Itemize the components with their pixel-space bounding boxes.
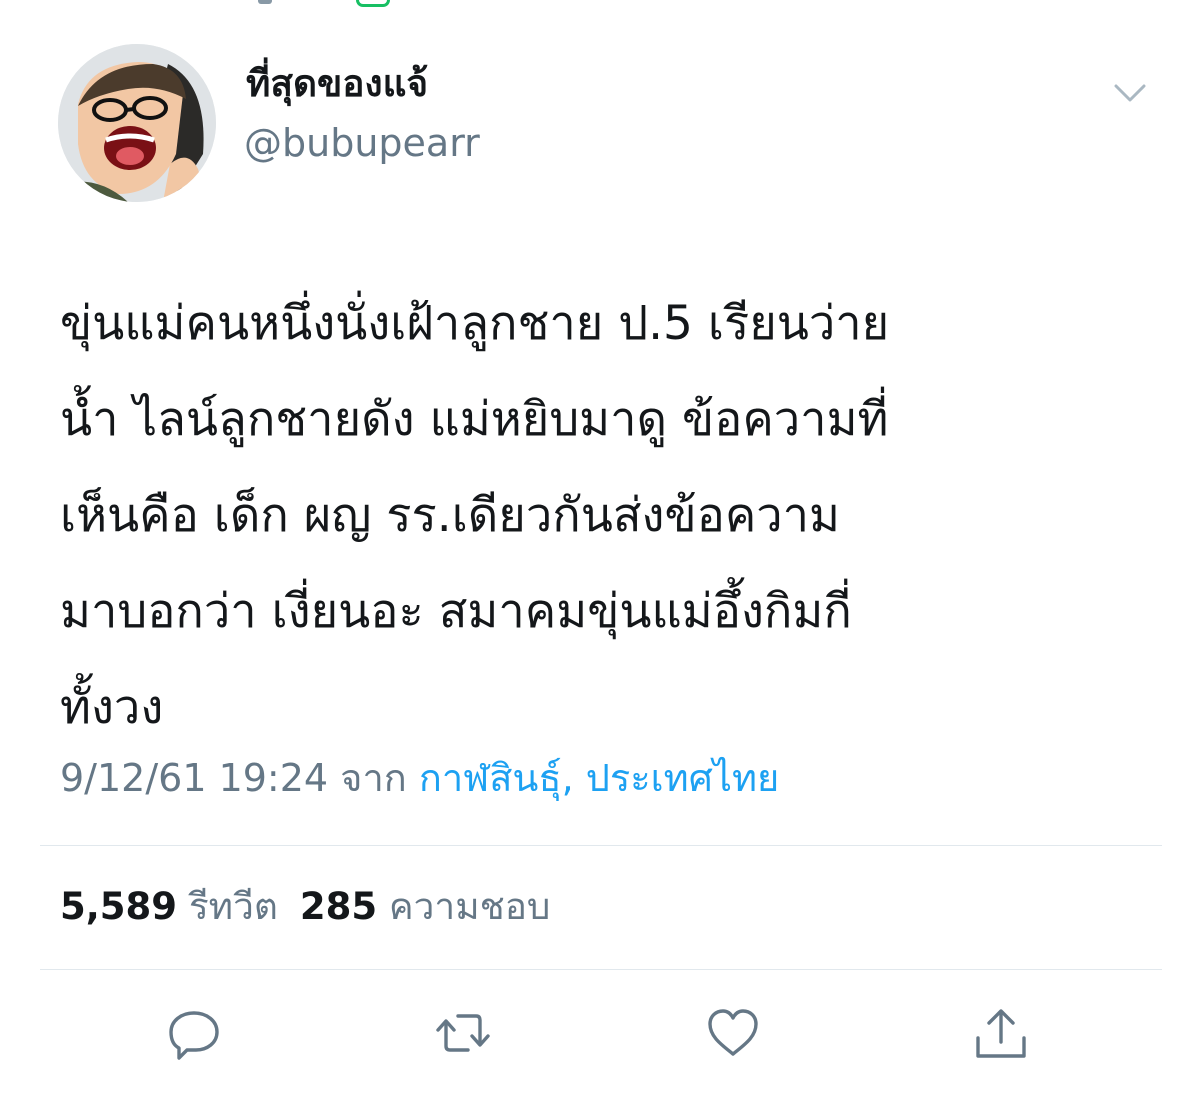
likes-count: 285 [299,885,378,928]
display-name[interactable]: ที่สุดของแจ้ [246,60,428,108]
divider [40,845,1162,846]
retweets-stat[interactable]: 5,589 รีทวีต [60,885,278,928]
tweet-timestamp[interactable]: 9/12/61 19:24 [60,756,328,800]
previous-tweet-fragment [0,0,1200,14]
retweet-button[interactable] [434,1004,492,1062]
divider [40,969,1162,970]
fragment-mark [258,0,272,4]
reply-button[interactable] [165,1004,223,1062]
chevron-down-icon[interactable] [1110,76,1150,110]
avatar[interactable] [58,44,216,202]
from-label: จาก [340,756,407,800]
likes-label: ความชอบ [388,885,551,928]
retweets-count: 5,589 [60,885,178,928]
heart-icon [708,1009,758,1056]
retweet-icon [436,1014,490,1052]
avatar-illustration [58,44,216,202]
tweet-meta: 9/12/61 19:24 จาก กาฬสินธุ์, ประเทศไทย [60,752,779,804]
likes-stat[interactable]: 285 ความชอบ [300,885,551,928]
tweet-text: ขุ่นแม่คนหนึ่งนั่งเฝ้าลูกชาย ป.5 เรียนว่… [60,296,890,735]
tweet-location[interactable]: กาฬสินธุ์, ประเทศไทย [419,756,779,800]
fragment-retweet-mark [356,0,390,7]
engagement-stats: 5,589 รีทวีต 285 ความชอบ [60,882,550,932]
like-button[interactable] [704,1004,762,1062]
retweets-label: รีทวีต [188,885,278,928]
share-button[interactable] [972,1004,1030,1062]
share-icon [976,1009,1026,1058]
reply-icon [169,1011,219,1060]
user-handle[interactable]: @bubupearr [244,118,480,168]
